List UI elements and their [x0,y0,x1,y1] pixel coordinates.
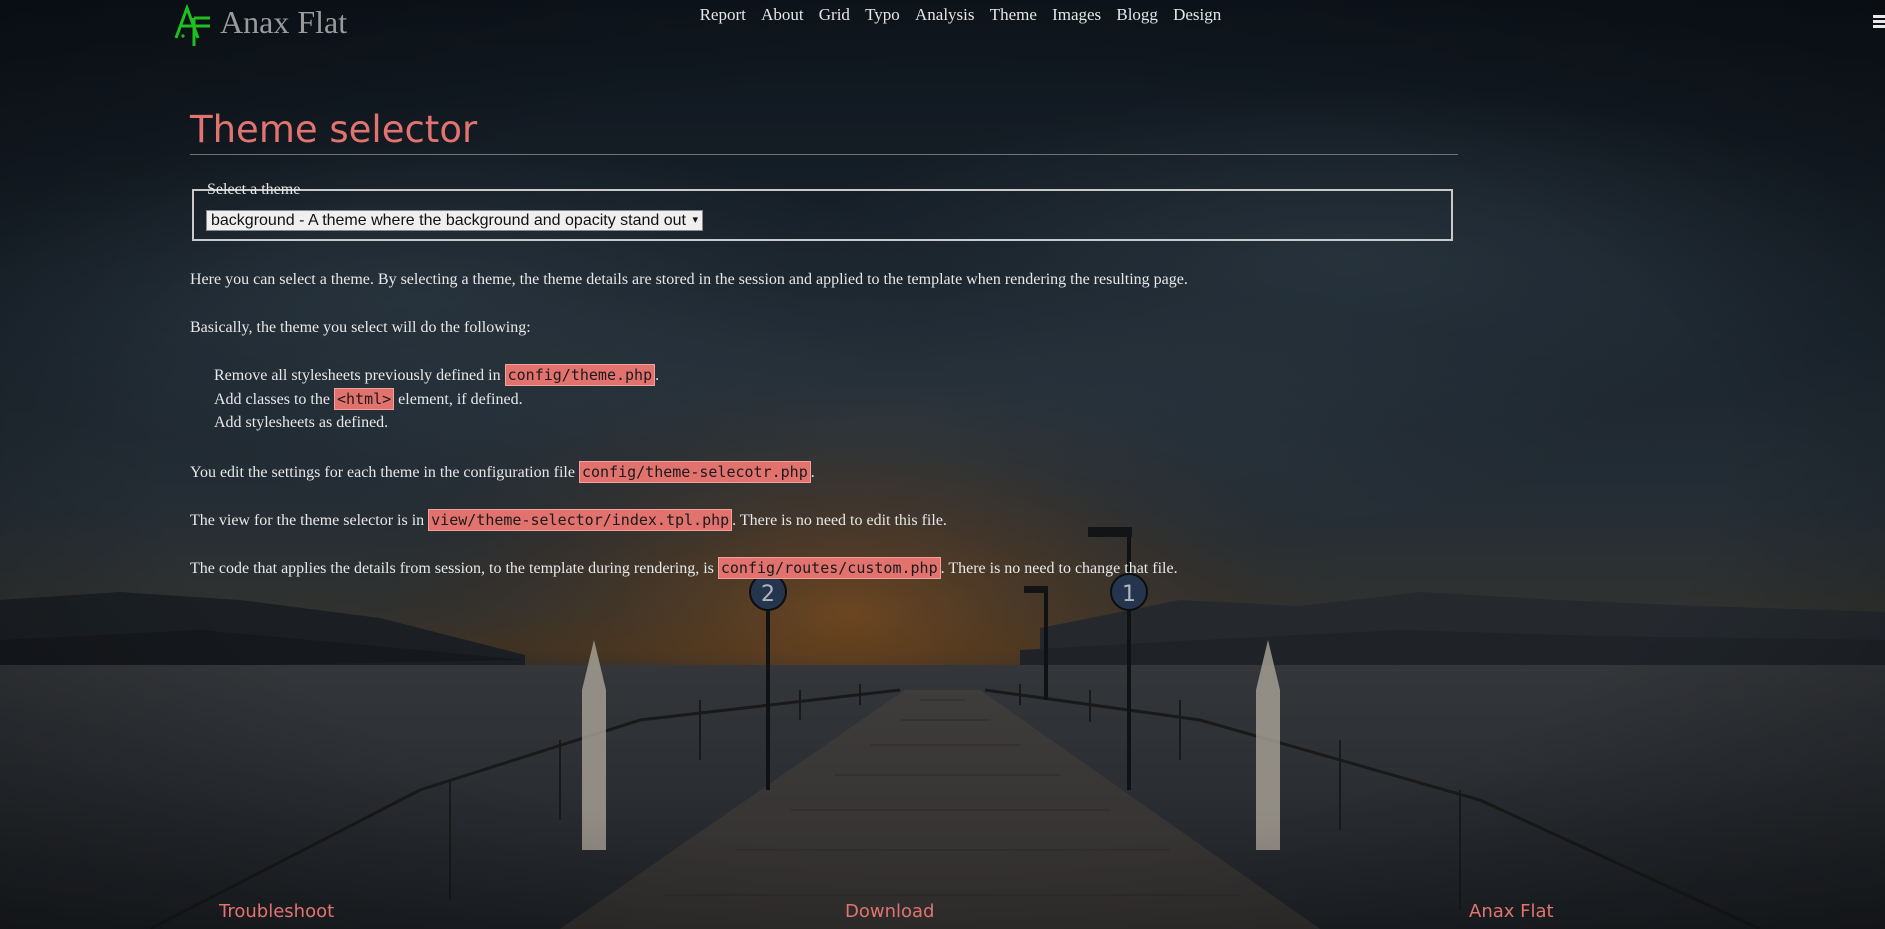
code-snippet: view/theme-selector/index.tpl.php [428,509,733,531]
view-paragraph: The view for the theme selector is in vi… [190,509,947,531]
hamburger-menu-icon[interactable] [1873,15,1885,29]
main-content: Theme selector Select a theme background… [190,98,1458,579]
basically-paragraph: Basically, the theme you select will do … [190,319,531,336]
theme-fieldset-legend: Select a theme [206,181,301,199]
nav-item-analysis[interactable]: Analysis [907,4,982,26]
nav-item-grid[interactable]: Grid [811,4,857,26]
footer-link-anax-flat[interactable]: Anax Flat [1469,900,1554,924]
nav-item-about[interactable]: About [753,4,811,26]
code-snippet: config/theme-selecotr.php [578,461,811,483]
list-item: Add classes to the <html> element, if de… [214,388,523,410]
theme-fieldset: Select a theme background - A theme wher… [192,181,1453,241]
nav-item-images[interactable]: Images [1044,4,1108,26]
chevron-down-icon: ▾ [692,214,698,226]
nav-item-theme[interactable]: Theme [982,4,1044,26]
nav-item-blogg[interactable]: Blogg [1109,4,1166,26]
theme-select-value: background - A theme where the backgroun… [211,212,686,229]
main-navbar: Report About Grid Typo Analysis Theme Im… [692,4,1229,26]
code-applies-paragraph: The code that applies the details from s… [190,557,1178,579]
code-snippet: <html> [333,388,395,410]
footer-link-download[interactable]: Download [845,900,934,924]
list-item: Remove all stylesheets previously define… [214,364,660,386]
list-item: Add stylesheets as defined. [214,414,389,431]
theme-select[interactable]: background - A theme where the backgroun… [206,210,703,231]
nav-item-typo[interactable]: Typo [858,4,908,26]
nav-item-design[interactable]: Design [1166,4,1229,26]
code-snippet: config/routes/custom.php [717,557,941,579]
edit-settings-paragraph: You edit the settings for each theme in … [190,461,815,483]
site-header: Anax Flat Report About Grid Typo Analysi… [0,0,1885,46]
theme-actions-list: Remove all stylesheets previously define… [214,363,659,435]
footer-link-troubleshoot[interactable]: Troubleshoot [219,900,334,924]
page-title: Theme selector [190,98,1458,155]
site-title[interactable]: Anax Flat [220,3,347,41]
theme-legend-text: Select a theme [207,181,301,198]
anax-flat-logo-icon[interactable] [174,4,212,46]
nav-item-report[interactable]: Report [692,4,753,26]
intro-paragraph: Here you can select a theme. By selectin… [190,271,1188,288]
code-snippet: config/theme.php [504,364,656,386]
